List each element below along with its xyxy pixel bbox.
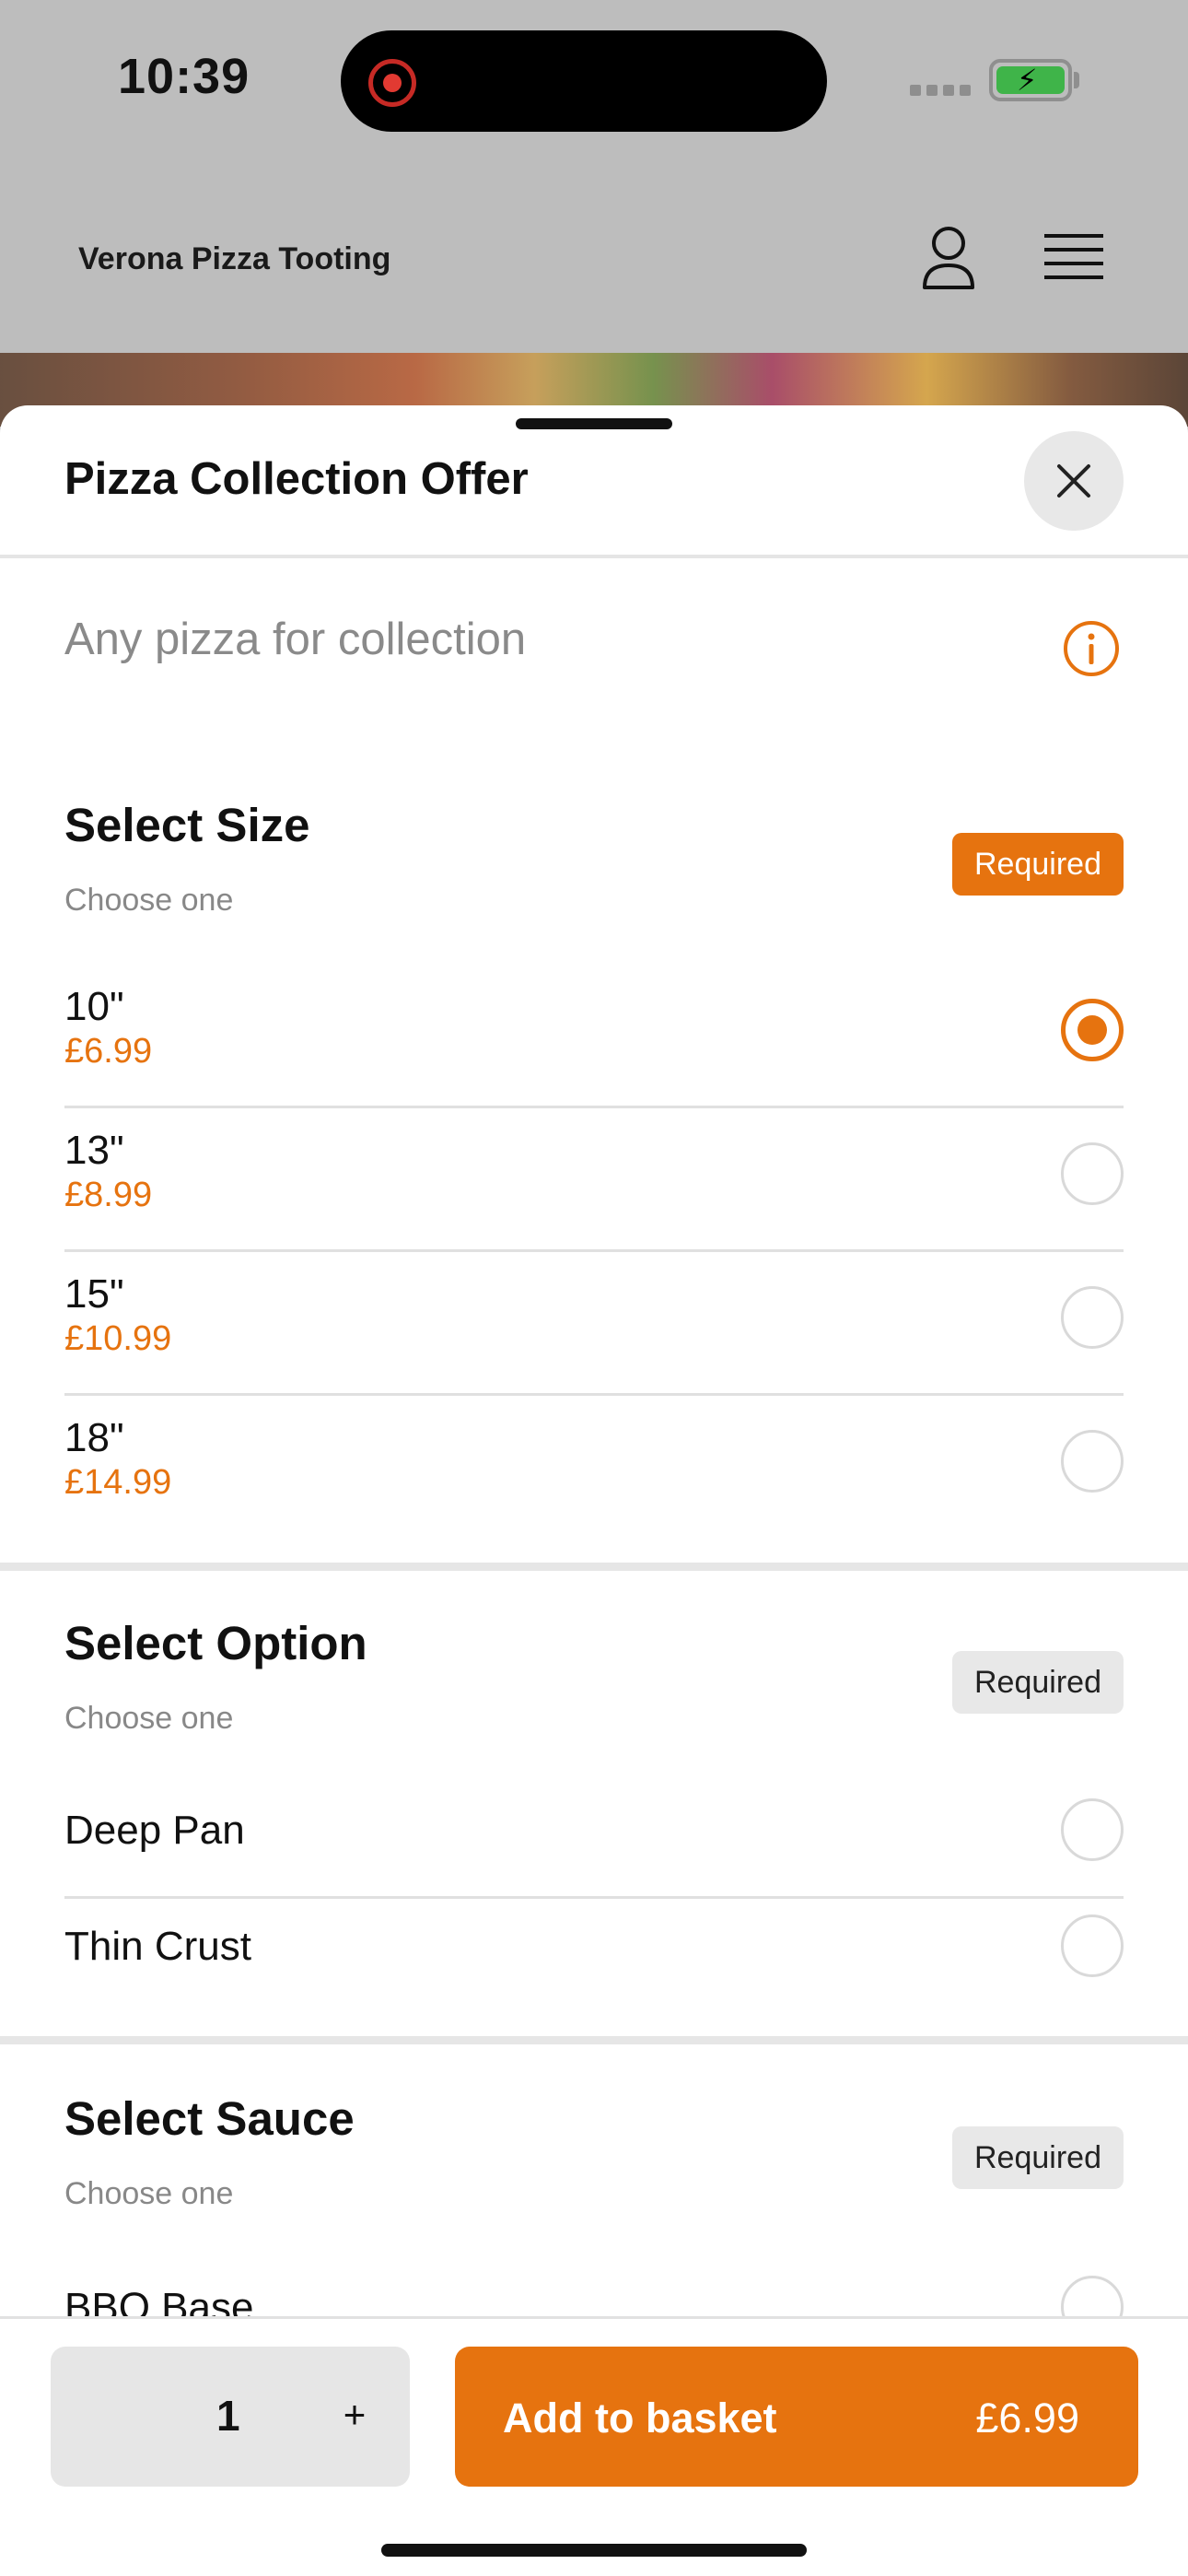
radio-button[interactable] <box>1061 1286 1124 1349</box>
required-badge-size: Required <box>952 833 1124 896</box>
record-icon <box>368 59 416 107</box>
required-badge-sauce: Required <box>952 2126 1124 2189</box>
sheet-title: Pizza Collection Offer <box>64 454 529 504</box>
status-time: 10:39 <box>118 49 250 104</box>
option-name: Deep Pan <box>64 1808 245 1853</box>
add-to-basket-label: Add to basket <box>503 2395 777 2441</box>
brand-name[interactable]: Verona Pizza Tooting <box>78 241 390 277</box>
option-name: 15" <box>64 1271 124 1317</box>
option-name: 10" <box>64 984 124 1029</box>
option-price: £10.99 <box>64 1319 172 1358</box>
required-badge-option: Required <box>952 1651 1124 1714</box>
section-title-sauce: Select Sauce <box>64 2092 355 2145</box>
row-divider <box>64 1249 1124 1252</box>
radio-selected[interactable] <box>1061 999 1124 1061</box>
add-to-basket-price: £6.99 <box>975 2395 1079 2441</box>
section-divider <box>0 1563 1188 1571</box>
option-name: Thin Crust <box>64 1924 251 1969</box>
radio-button[interactable] <box>1061 1914 1124 1977</box>
radio-button[interactable] <box>1061 1142 1124 1205</box>
bottom-action-bar: 1 + Add to basket £6.99 <box>0 2316 1188 2576</box>
row-divider <box>64 1393 1124 1396</box>
menu-icon[interactable] <box>1044 232 1103 284</box>
add-to-basket-button[interactable]: Add to basket £6.99 <box>455 2347 1138 2487</box>
product-description: Any pizza for collection <box>64 615 527 664</box>
title-divider <box>0 555 1188 558</box>
option-price: £6.99 <box>64 1032 153 1071</box>
home-indicator <box>381 2544 807 2557</box>
status-bar: 10:39 ⚡ <box>0 0 1188 161</box>
section-subtitle-size: Choose one <box>64 883 234 918</box>
section-divider <box>0 2036 1188 2044</box>
option-name: 13" <box>64 1128 124 1173</box>
quantity-value: 1 <box>216 2392 240 2440</box>
quantity-plus-button[interactable]: + <box>327 2387 382 2442</box>
sheet-grabber[interactable] <box>516 418 672 429</box>
product-sheet: Pizza Collection Offer Any pizza for col… <box>0 405 1188 2576</box>
quantity-stepper[interactable]: 1 + <box>51 2347 410 2487</box>
section-title-option: Select Option <box>64 1617 367 1669</box>
signal-icon <box>910 85 971 96</box>
section-subtitle-sauce: Choose one <box>64 2176 234 2211</box>
user-icon[interactable] <box>921 225 976 291</box>
section-title-size: Select Size <box>64 799 310 851</box>
option-price: £8.99 <box>64 1176 153 1214</box>
battery-tip <box>1074 72 1079 88</box>
close-icon <box>1057 464 1090 498</box>
battery-icon: ⚡ <box>989 59 1072 101</box>
row-divider <box>64 1106 1124 1108</box>
row-divider <box>64 1896 1124 1899</box>
option-price: £14.99 <box>64 1463 172 1502</box>
close-button[interactable] <box>1024 431 1124 531</box>
section-subtitle-option: Choose one <box>64 1701 234 1736</box>
info-icon[interactable] <box>1062 619 1121 678</box>
radio-button[interactable] <box>1061 1798 1124 1861</box>
option-name: 18" <box>64 1415 124 1460</box>
radio-button[interactable] <box>1061 1430 1124 1493</box>
